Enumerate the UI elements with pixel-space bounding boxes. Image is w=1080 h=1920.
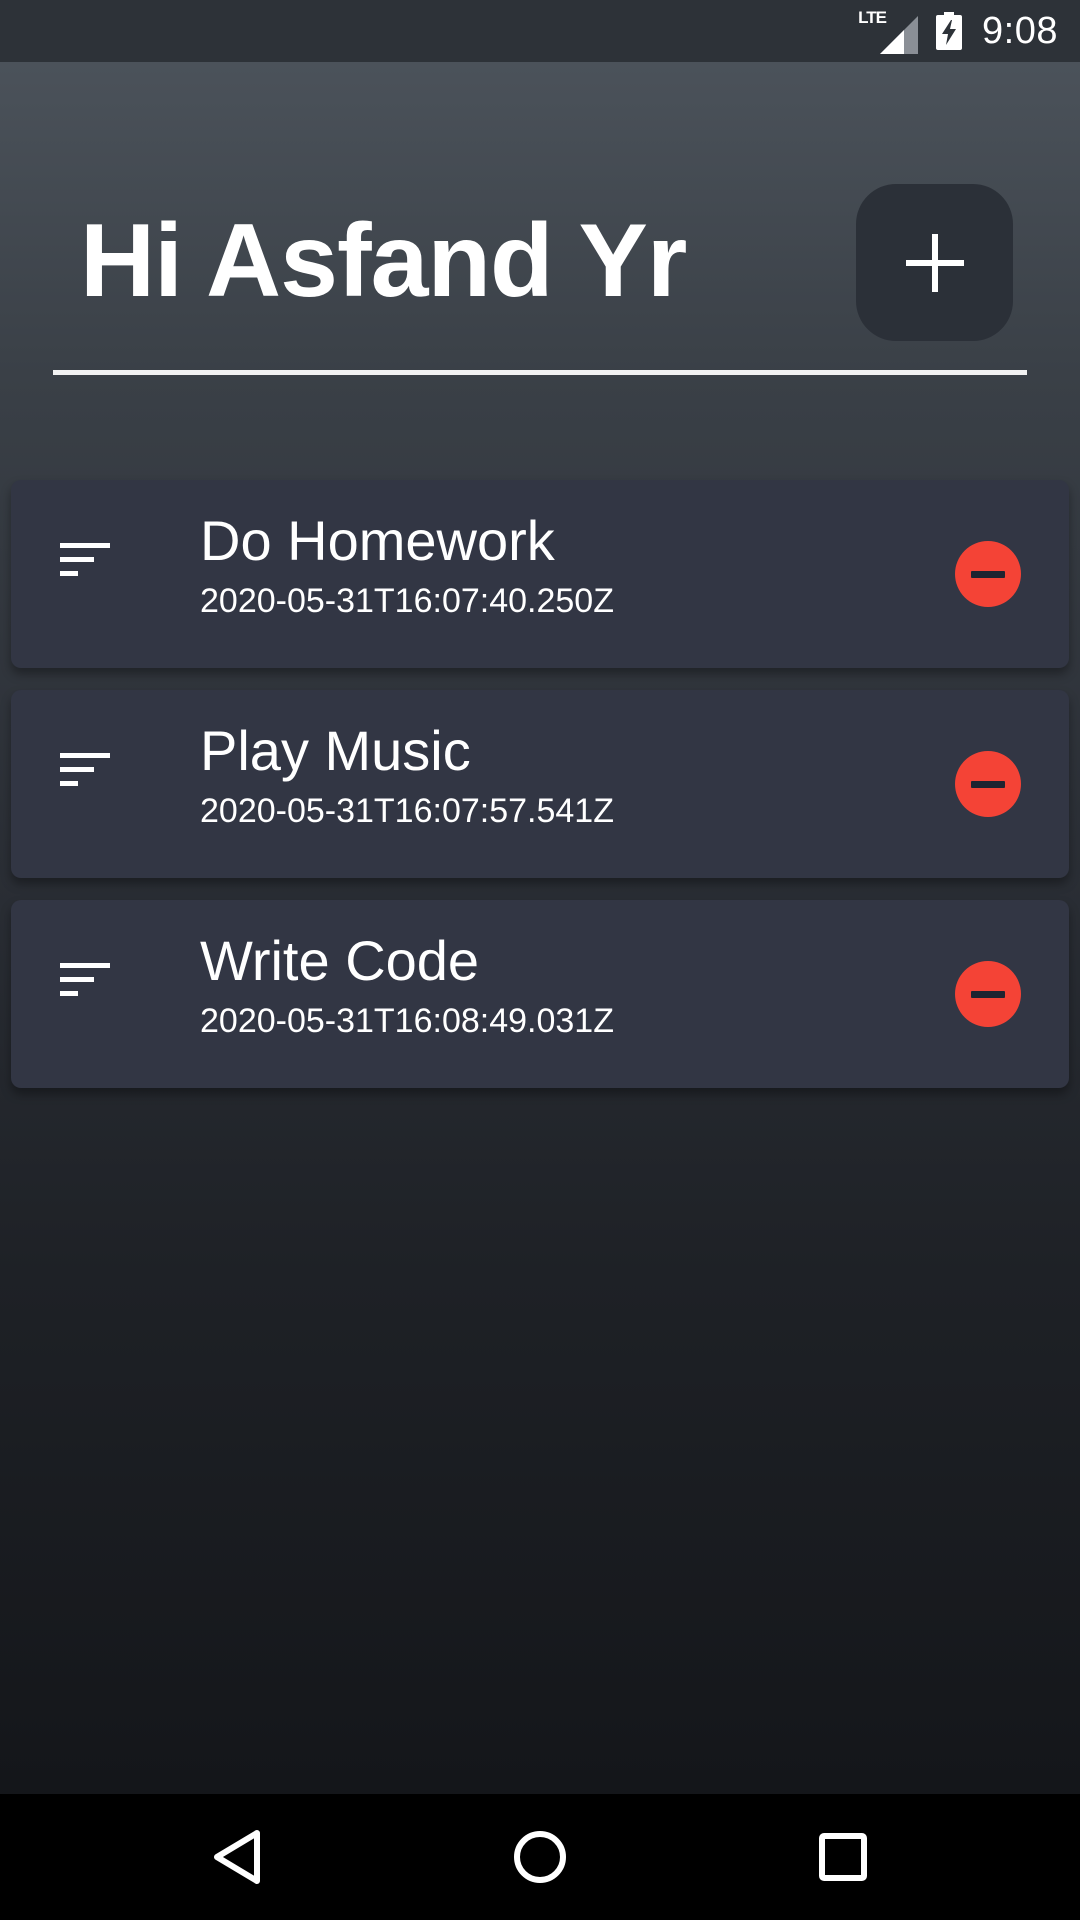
page-title: Hi Asfand Yr <box>80 203 687 319</box>
task-date: 2020-05-31T16:07:40.250Z <box>200 582 614 620</box>
sort-icon <box>60 543 110 576</box>
minus-icon <box>971 570 1005 578</box>
battery-charging-icon <box>936 12 963 50</box>
task-title: Play Music <box>200 719 471 782</box>
plus-icon <box>905 233 964 292</box>
signal-indicator: LTE <box>858 8 919 54</box>
remove-task-button[interactable] <box>955 751 1021 817</box>
minus-icon <box>971 990 1005 998</box>
task-card[interactable]: Play Music 2020-05-31T16:07:57.541Z <box>11 690 1069 878</box>
task-date: 2020-05-31T16:08:49.031Z <box>200 1002 614 1040</box>
home-icon <box>514 1831 566 1883</box>
main-content: Hi Asfand Yr Do Homework 2020-05-31T16:0… <box>0 62 1080 1794</box>
task-title: Write Code <box>200 929 480 992</box>
home-button[interactable] <box>505 1824 575 1890</box>
task-date: 2020-05-31T16:07:57.541Z <box>200 792 614 830</box>
sort-icon <box>60 963 110 996</box>
recents-icon <box>819 1833 867 1881</box>
task-card[interactable]: Do Homework 2020-05-31T16:07:40.250Z <box>11 480 1069 668</box>
signal-icon <box>880 16 919 54</box>
add-task-button[interactable] <box>856 184 1013 341</box>
back-icon <box>214 1830 260 1884</box>
header-divider <box>53 370 1027 375</box>
task-title: Do Homework <box>200 509 555 572</box>
status-bar: LTE 9:08 <box>0 0 1080 62</box>
back-button[interactable] <box>202 1824 272 1890</box>
remove-task-button[interactable] <box>955 541 1021 607</box>
remove-task-button[interactable] <box>955 961 1021 1027</box>
navigation-bar <box>0 1794 1080 1920</box>
minus-icon <box>971 780 1005 788</box>
clock: 9:08 <box>982 9 1058 52</box>
task-card[interactable]: Write Code 2020-05-31T16:08:49.031Z <box>11 900 1069 1088</box>
sort-icon <box>60 753 110 786</box>
recents-button[interactable] <box>808 1824 878 1890</box>
